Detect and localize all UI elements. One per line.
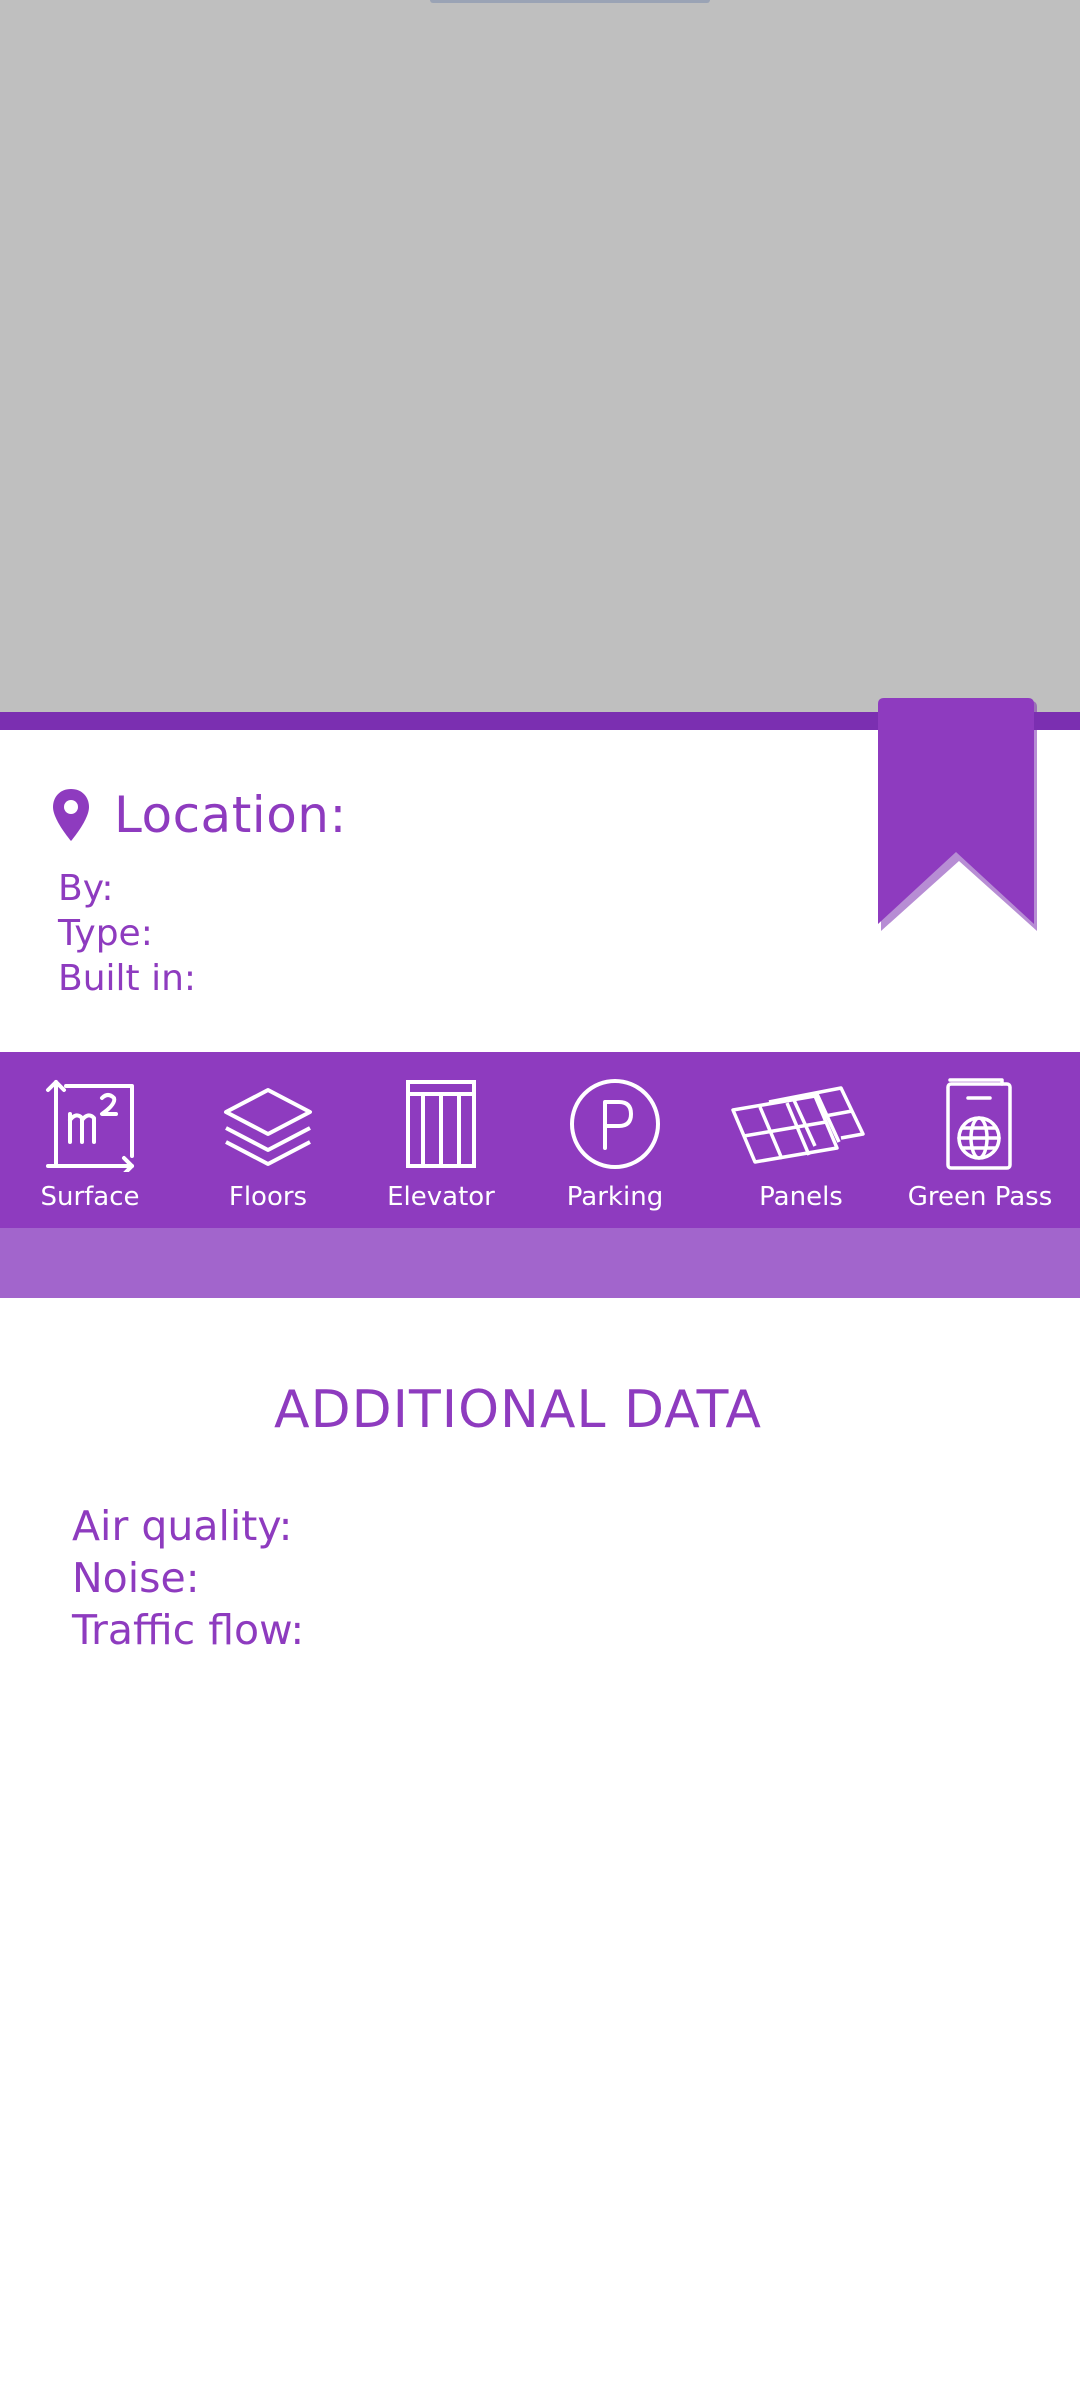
- air-quality-label: Air quality:: [72, 1502, 293, 1550]
- property-detail-screen: Location: By: Type: Built in: Surface Fl…: [0, 0, 1080, 2400]
- feature-floors[interactable]: Floors: [188, 1052, 348, 1228]
- layers-icon: [224, 1088, 312, 1166]
- location-pin-icon: [53, 789, 89, 841]
- built-in-label: Built in:: [58, 958, 197, 999]
- square-meters-icon: [46, 1080, 134, 1172]
- location-label: Location:: [114, 786, 347, 844]
- passport-icon: [946, 1078, 1012, 1170]
- features-subbar: [0, 1228, 1080, 1298]
- image-top-indicator: [430, 0, 710, 3]
- parking-icon: [570, 1079, 660, 1169]
- feature-elevator[interactable]: Elevator: [361, 1052, 521, 1228]
- feature-panels[interactable]: Panels: [721, 1052, 881, 1228]
- property-image: [0, 0, 1080, 712]
- feature-parking[interactable]: Parking: [535, 1052, 695, 1228]
- location-row: Location:: [50, 780, 347, 850]
- feature-green-pass[interactable]: Green Pass: [900, 1052, 1060, 1228]
- traffic-flow-label: Traffic flow:: [72, 1606, 305, 1654]
- feature-label: Surface: [40, 1182, 140, 1212]
- feature-label: Floors: [228, 1182, 308, 1212]
- noise-label: Noise:: [72, 1554, 200, 1602]
- type-label: Type:: [58, 913, 153, 954]
- feature-label: Green Pass: [907, 1182, 1053, 1212]
- feature-label: Parking: [566, 1182, 664, 1212]
- feature-label: Elevator: [387, 1182, 495, 1212]
- elevator-icon: [406, 1080, 476, 1168]
- feature-surface[interactable]: Surface: [10, 1052, 170, 1228]
- solar-panels-icon: [731, 1086, 865, 1164]
- features-bar: Surface Floors Elevator Parking Panels G…: [0, 1052, 1080, 1228]
- property-info: Location: By: Type: Built in:: [0, 730, 1080, 1052]
- by-label: By:: [58, 868, 114, 909]
- additional-data-title: ADDITIONAL DATA: [274, 1380, 762, 1440]
- feature-label: Panels: [759, 1182, 843, 1212]
